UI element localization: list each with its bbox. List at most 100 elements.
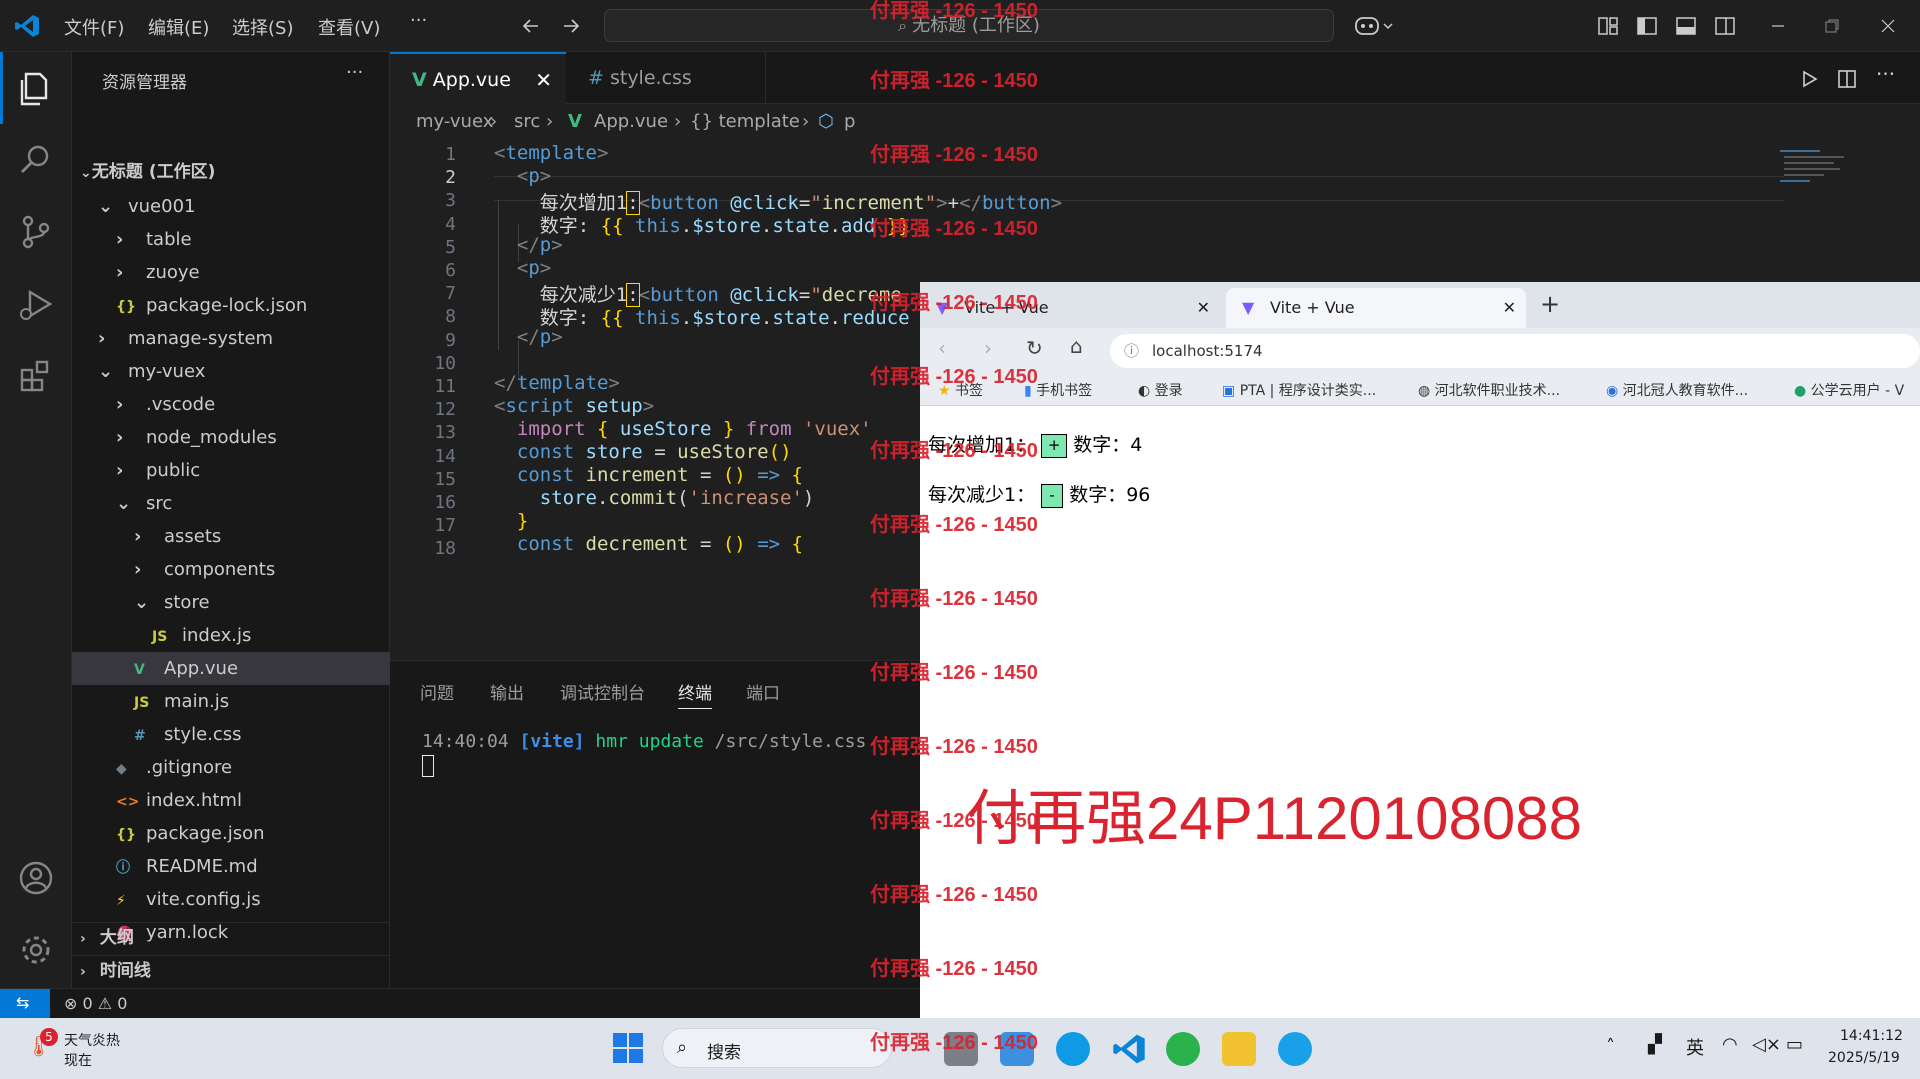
close-window-icon[interactable] xyxy=(1876,14,1900,38)
panel-tab-debug-console[interactable]: 调试控制台 xyxy=(560,679,645,704)
editor-more-button[interactable]: ··· xyxy=(1876,62,1895,86)
source-control-icon[interactable] xyxy=(16,212,56,252)
search-icon[interactable] xyxy=(16,140,56,180)
close-tab-icon[interactable]: ✕ xyxy=(1503,288,1516,328)
timeline-section[interactable]: › 时间线 xyxy=(72,955,390,988)
clock-time[interactable]: 14:41:12 xyxy=(1840,1028,1903,1044)
bookmark-item[interactable]: ● 公学云用户 - V xyxy=(1794,380,1904,400)
run-icon[interactable] xyxy=(1798,68,1820,90)
copilot-icon[interactable] xyxy=(1354,14,1396,38)
decrement-button[interactable]: - xyxy=(1041,483,1064,508)
bookmark-item[interactable]: ▣ PTA | 程序设计类实... xyxy=(1222,380,1376,400)
back-icon[interactable]: ‹ xyxy=(938,336,946,360)
remote-indicator[interactable]: ⇆ xyxy=(0,989,50,1019)
tab-app-vue[interactable]: V App.vue ✕ xyxy=(390,52,566,104)
menu-more[interactable]: ··· xyxy=(410,10,427,31)
explorer-more-button[interactable]: ··· xyxy=(346,62,363,83)
tree-file[interactable]: # style.css xyxy=(72,718,390,751)
weather-widget[interactable]: 🌡 5 天气炎热 现在 xyxy=(26,1028,166,1072)
terminal-output[interactable]: 14:40:04 [vite] hmr update /src/style.cs… xyxy=(422,731,866,752)
breadcrumb-item[interactable]: my-vuex xyxy=(416,104,493,140)
edge-icon[interactable] xyxy=(1056,1032,1090,1066)
tree-file[interactable]: ⓘ README.md xyxy=(72,850,390,883)
tree-folder[interactable]: › public xyxy=(72,454,390,487)
new-tab-button[interactable]: + xyxy=(1540,290,1560,318)
tree-folder[interactable]: › zuoye xyxy=(72,256,390,289)
tree-folder[interactable]: ⌄ src xyxy=(72,487,390,520)
panel-tab-output[interactable]: 输出 xyxy=(490,679,524,704)
tree-folder[interactable]: ⌄ my-vuex xyxy=(72,355,390,388)
tree-folder[interactable]: › manage-system xyxy=(72,322,390,355)
tree-folder[interactable]: › node_modules xyxy=(72,421,390,454)
tab-style-css[interactable]: # style.css xyxy=(566,52,766,104)
panel-tab-ports[interactable]: 端口 xyxy=(746,679,780,704)
tree-file[interactable]: {} package.json xyxy=(72,817,390,850)
reload-icon[interactable]: ↻ xyxy=(1026,336,1043,360)
tree-file[interactable]: ⚡ vite.config.js xyxy=(72,883,390,916)
bookmark-item[interactable]: ◍ 河北软件职业技术... xyxy=(1418,380,1560,400)
tree-folder[interactable]: › .vscode xyxy=(72,388,390,421)
clock-date[interactable]: 2025/5/19 xyxy=(1828,1050,1900,1066)
ime-indicator[interactable]: 英 xyxy=(1686,1034,1704,1060)
arrow-left-icon[interactable] xyxy=(520,15,542,37)
forward-icon[interactable]: › xyxy=(984,336,992,360)
split-editor-icon[interactable] xyxy=(1836,68,1858,90)
tree-folder[interactable]: › table xyxy=(72,223,390,256)
taskbar-search[interactable]: ⌕ 搜索 xyxy=(662,1028,892,1068)
tree-folder[interactable]: ⌄ store xyxy=(72,586,390,619)
tree-folder[interactable]: ⌄ vue001 xyxy=(72,190,390,223)
menu-selection[interactable]: 选择(S) xyxy=(232,14,293,40)
customize-layout-icon[interactable] xyxy=(1596,14,1620,38)
menu-edit[interactable]: 编辑(E) xyxy=(148,14,209,40)
toggle-secondary-sidebar-icon[interactable] xyxy=(1713,14,1737,38)
tree-folder[interactable]: › components xyxy=(72,553,390,586)
battery-icon[interactable]: ▭ xyxy=(1786,1034,1803,1055)
tree-file[interactable]: JS index.js xyxy=(72,619,390,652)
chevron-up-icon[interactable]: ˄ xyxy=(1606,1036,1615,1057)
wifi-icon[interactable]: ◠ xyxy=(1722,1034,1738,1055)
tree-folder[interactable]: › assets xyxy=(72,520,390,553)
tree-file[interactable]: V App.vue xyxy=(72,652,390,685)
tree-file[interactable]: {} package-lock.json xyxy=(72,289,390,322)
minimize-icon[interactable] xyxy=(1766,14,1790,38)
browser-tab-active[interactable]: ▼ Vite + Vue ✕ xyxy=(1226,288,1526,328)
breadcrumb-item[interactable]: {} template xyxy=(690,104,800,140)
run-debug-icon[interactable] xyxy=(16,284,56,324)
toggle-panel-icon[interactable] xyxy=(1674,14,1698,38)
restore-icon[interactable] xyxy=(1820,14,1844,38)
problems-indicator[interactable]: ⊗ 0 ⚠ 0 xyxy=(64,994,127,1013)
menu-view[interactable]: 查看(V) xyxy=(318,14,380,40)
bookmark-item[interactable]: ◉ 河北冠人教育软件... xyxy=(1606,380,1748,400)
toggle-sidebar-icon[interactable] xyxy=(1635,14,1659,38)
tree-file[interactable]: <> index.html xyxy=(72,784,390,817)
minimap[interactable] xyxy=(1780,140,1890,210)
vscode-logo-icon[interactable] xyxy=(14,13,40,39)
panel-tab-terminal[interactable]: 终端 xyxy=(678,679,712,709)
volume-muted-icon[interactable]: ◁× xyxy=(1752,1034,1781,1055)
close-tab-icon[interactable]: ✕ xyxy=(1197,288,1210,328)
account-icon[interactable] xyxy=(16,858,56,898)
tree-file[interactable]: ◆ .gitignore xyxy=(72,751,390,784)
outline-section[interactable]: › 大纲 xyxy=(72,922,390,955)
extensions-icon[interactable] xyxy=(16,356,56,396)
breadcrumb-item[interactable]: src xyxy=(514,104,540,140)
arrow-right-icon[interactable] xyxy=(560,15,582,37)
workspace-root[interactable]: ⌄ 无标题 (工作区) xyxy=(72,156,390,189)
address-bar[interactable]: ⓘ localhost:5174 xyxy=(1110,334,1920,368)
wechat-icon[interactable] xyxy=(1166,1032,1200,1066)
increment-button[interactable]: + xyxy=(1041,433,1068,458)
edge-ai-icon[interactable] xyxy=(1278,1032,1312,1066)
menu-file[interactable]: 文件(F) xyxy=(64,14,124,40)
windows-start-icon[interactable] xyxy=(612,1032,644,1064)
home-icon[interactable]: ⌂ xyxy=(1070,334,1083,358)
panel-tab-problems[interactable]: 问题 xyxy=(420,679,454,704)
breadcrumb-item[interactable]: p xyxy=(844,104,855,140)
tree-file[interactable]: JS main.js xyxy=(72,685,390,718)
close-tab-icon[interactable]: ✕ xyxy=(535,54,552,106)
file-explorer-icon[interactable] xyxy=(1222,1032,1256,1066)
breadcrumb-item[interactable]: App.vue xyxy=(594,104,668,140)
settings-gear-icon[interactable] xyxy=(16,930,56,970)
vscode-taskbar-icon[interactable] xyxy=(1112,1032,1146,1066)
keyboard-icon[interactable]: ▞ xyxy=(1648,1034,1662,1055)
explorer-icon[interactable] xyxy=(16,68,56,108)
